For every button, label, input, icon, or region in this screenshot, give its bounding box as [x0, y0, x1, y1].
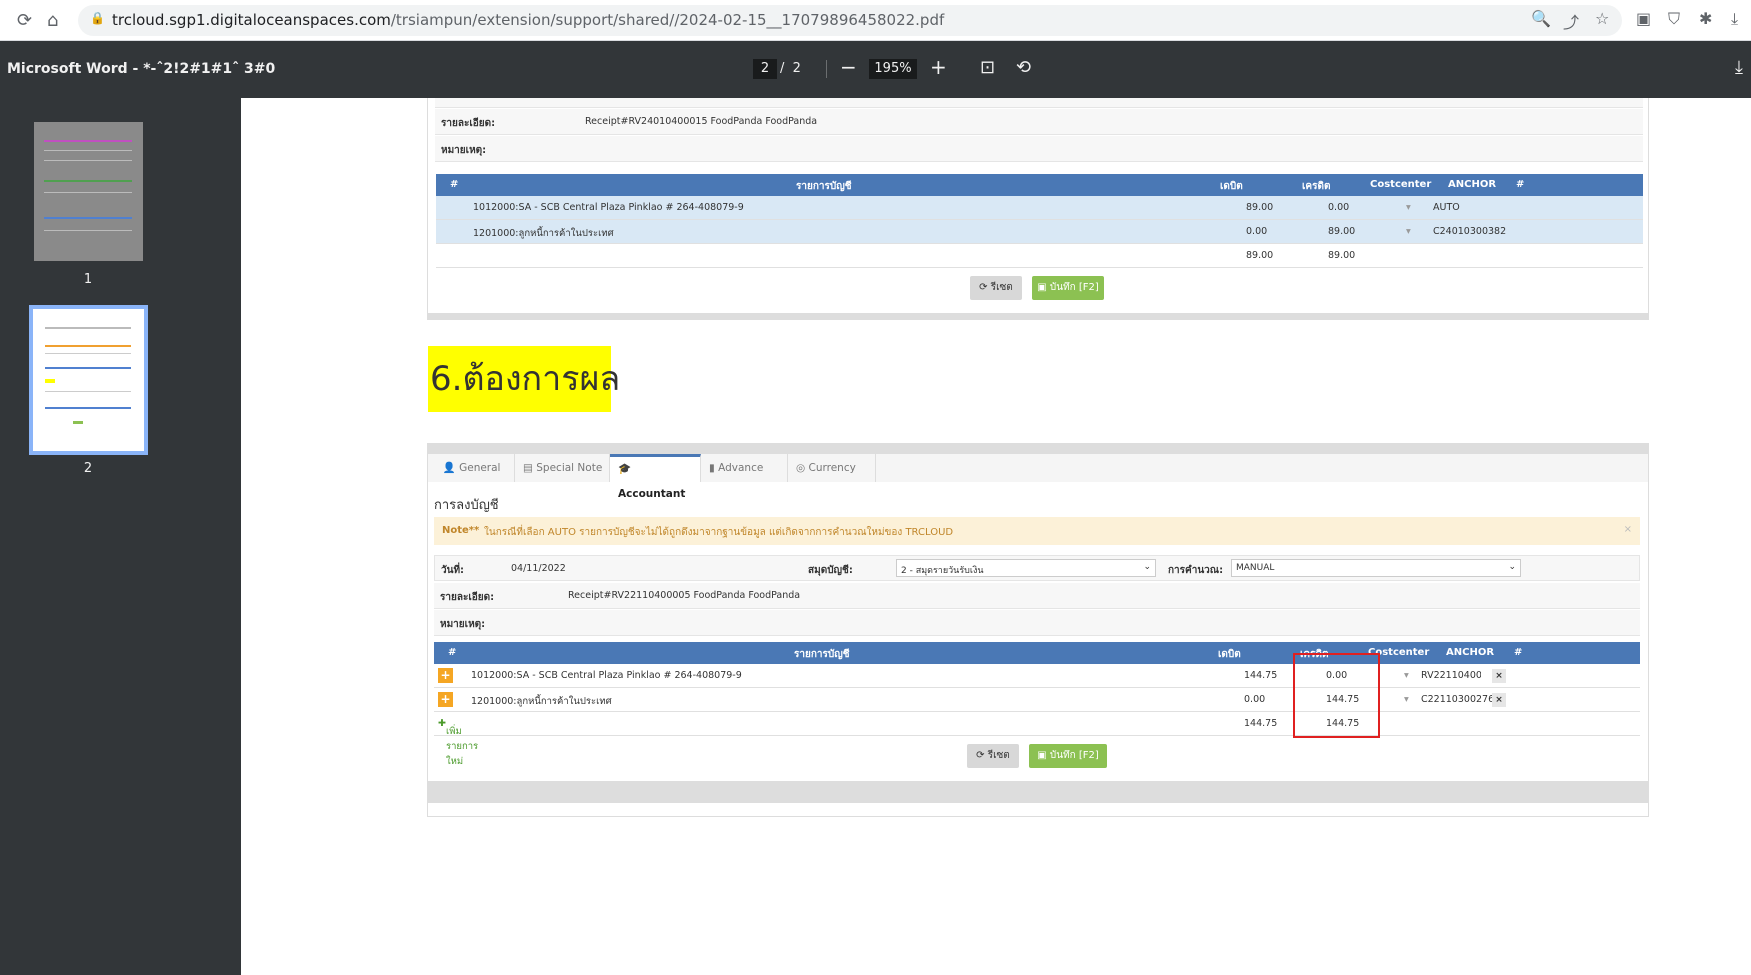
costcenter-dropdown-icon: ▾	[1406, 226, 1411, 237]
highlighted-heading: 6.ต้องการผล	[428, 346, 611, 412]
form-bottom-bar	[428, 781, 1648, 803]
tab-advance[interactable]: ▮ Advance	[701, 454, 788, 482]
document-title: Microsoft Word - *-ˆ2!2#1#1ˆ 3#0	[7, 61, 275, 77]
section-title: การลงบัญชี	[434, 494, 499, 515]
page-total: / 2	[780, 61, 801, 76]
close-note-icon[interactable]: ×	[1624, 524, 1632, 535]
zoom-input[interactable]: 195%	[869, 59, 917, 79]
pdf-download-icon[interactable]: ⤓	[1735, 57, 1743, 78]
download-icon[interactable]: ⤓	[1731, 9, 1738, 29]
save-button[interactable]: ▣ บันทึก [F2]	[1029, 744, 1107, 768]
table-row[interactable]: + 1201000:ลูกหนี้การค้าในประเทศ 0.00 144…	[434, 688, 1640, 712]
bottom-table-header: # รายการบัญชี เดบิต เครดิต Costcenter AN…	[434, 642, 1640, 664]
totals-row: ✚ เพิ่มรายการใหม่ 144.75 144.75	[434, 712, 1640, 736]
cropped-form-row	[435, 98, 1643, 108]
chevron-down-icon: ⌄	[1143, 562, 1151, 572]
detail-row: รายละเอียด: Receipt#RV22110400005 FoodPa…	[434, 583, 1640, 609]
date-journal-row: วันที่: 04/11/2022 สมุดบัญชี: 2 - สมุดรา…	[434, 555, 1640, 581]
calculation-select[interactable]: MANUAL ⌄	[1231, 559, 1521, 577]
pdf-toolbar: Microsoft Word - *-ˆ2!2#1#1ˆ 3#0 2 / …	[0, 41, 1751, 98]
form-top-bar	[428, 444, 1648, 454]
detail-value: Receipt#RV24010400015 FoodPanda FoodPand…	[585, 116, 817, 127]
table-row[interactable]: 1201000:ลูกหนี้การค้าในประเทศ 0.00 89.00…	[436, 220, 1643, 244]
puzzle-icon[interactable]: ✱	[1699, 9, 1712, 28]
url-text[interactable]: trcloud.sgp1.digitaloceanspaces.com/trsi…	[112, 11, 944, 29]
pdf-page-view: รายละเอียด: Receipt#RV24010400015 FoodPa…	[241, 98, 1751, 975]
costcenter-dropdown-icon: ▾	[1406, 202, 1411, 213]
zoom-out-button[interactable]: −	[840, 55, 857, 79]
table-row[interactable]: 1012000:SA - SCB Central Plaza Pinklao #…	[436, 196, 1643, 220]
thumbnail-sidebar: 1 2	[0, 98, 241, 975]
chevron-down-icon: ⌄	[1508, 562, 1516, 572]
reset-button[interactable]: ⟳ รีเซต	[970, 276, 1022, 300]
reset-button[interactable]: ⟳ รีเซต	[967, 744, 1019, 768]
bottom-receipt-form: 👤 General ▤ Special Note 🎓 Accountant ▮ …	[427, 443, 1649, 817]
insert-row-icon[interactable]: +	[438, 692, 453, 707]
note-row: หมายเหตุ:	[434, 610, 1640, 636]
shield-icon[interactable]: ⛉	[1668, 9, 1680, 29]
top-table-header: # รายการบัญชี เดบิต เครดิต Costcenter AN…	[436, 174, 1643, 196]
site-info-icon[interactable]: 🔒	[90, 11, 105, 25]
totals-row: 89.00 89.00	[436, 244, 1643, 268]
form-bottom-bar	[427, 313, 1649, 319]
share-icon[interactable]: ⤴	[1563, 9, 1579, 33]
tab-special-note[interactable]: ▤ Special Note	[515, 454, 610, 482]
add-row-link[interactable]: ✚ เพิ่มรายการใหม่	[438, 718, 446, 729]
costcenter-dropdown-icon: ▾	[1404, 694, 1409, 705]
tab-general[interactable]: 👤 General	[428, 454, 515, 482]
extension-icon[interactable]: ▣	[1636, 9, 1651, 28]
zoom-icon[interactable]: 🔍	[1531, 9, 1551, 28]
thumbnail-label-1: 1	[78, 272, 98, 287]
tab-currency[interactable]: ◎ Currency	[788, 454, 876, 482]
top-receipt-form: รายละเอียด: Receipt#RV24010400015 FoodPa…	[427, 98, 1649, 320]
note-row: หมายเหตุ:	[435, 136, 1643, 162]
table-row[interactable]: + 1012000:SA - SCB Central Plaza Pinklao…	[434, 664, 1640, 688]
rotate-icon[interactable]: ⟲	[1016, 57, 1031, 78]
detail-row: รายละเอียด: Receipt#RV24010400015 FoodPa…	[435, 109, 1643, 135]
home-icon[interactable]: ⌂	[47, 10, 58, 31]
page-number-input[interactable]: 2	[753, 59, 777, 79]
zoom-in-button[interactable]: +	[930, 55, 947, 79]
toolbar-divider	[826, 60, 827, 78]
thumbnail-page-1[interactable]	[34, 122, 143, 261]
delete-row-icon[interactable]: ×	[1492, 693, 1506, 707]
thumbnail-page-2[interactable]	[29, 305, 148, 455]
bookmark-star-icon[interactable]: ☆	[1595, 9, 1609, 28]
save-button[interactable]: ▣ บันทึก [F2]	[1032, 276, 1104, 300]
delete-row-icon[interactable]: ×	[1492, 669, 1506, 683]
date-value[interactable]: 04/11/2022	[511, 563, 566, 574]
journal-select[interactable]: 2 - สมุดรายวันรับเงิน ⌄	[896, 559, 1156, 577]
red-annotation-box	[1293, 653, 1380, 738]
form-tabs: 👤 General ▤ Special Note 🎓 Accountant ▮ …	[428, 454, 1648, 482]
browser-toolbar: ⟳ ⌂ 🔒 trcloud.sgp1.digitaloceanspaces.co…	[0, 0, 1751, 41]
thumbnail-label-2: 2	[78, 461, 98, 476]
insert-row-icon[interactable]: +	[438, 668, 453, 683]
costcenter-dropdown-icon: ▾	[1404, 670, 1409, 681]
warning-note: Note** ในกรณีที่เลือก AUTO รายการบัญชีจะ…	[434, 517, 1640, 545]
reload-icon[interactable]: ⟳	[17, 10, 32, 31]
tab-accountant[interactable]: 🎓 Accountant	[610, 454, 701, 482]
fit-page-icon[interactable]: ⊡	[980, 57, 995, 78]
